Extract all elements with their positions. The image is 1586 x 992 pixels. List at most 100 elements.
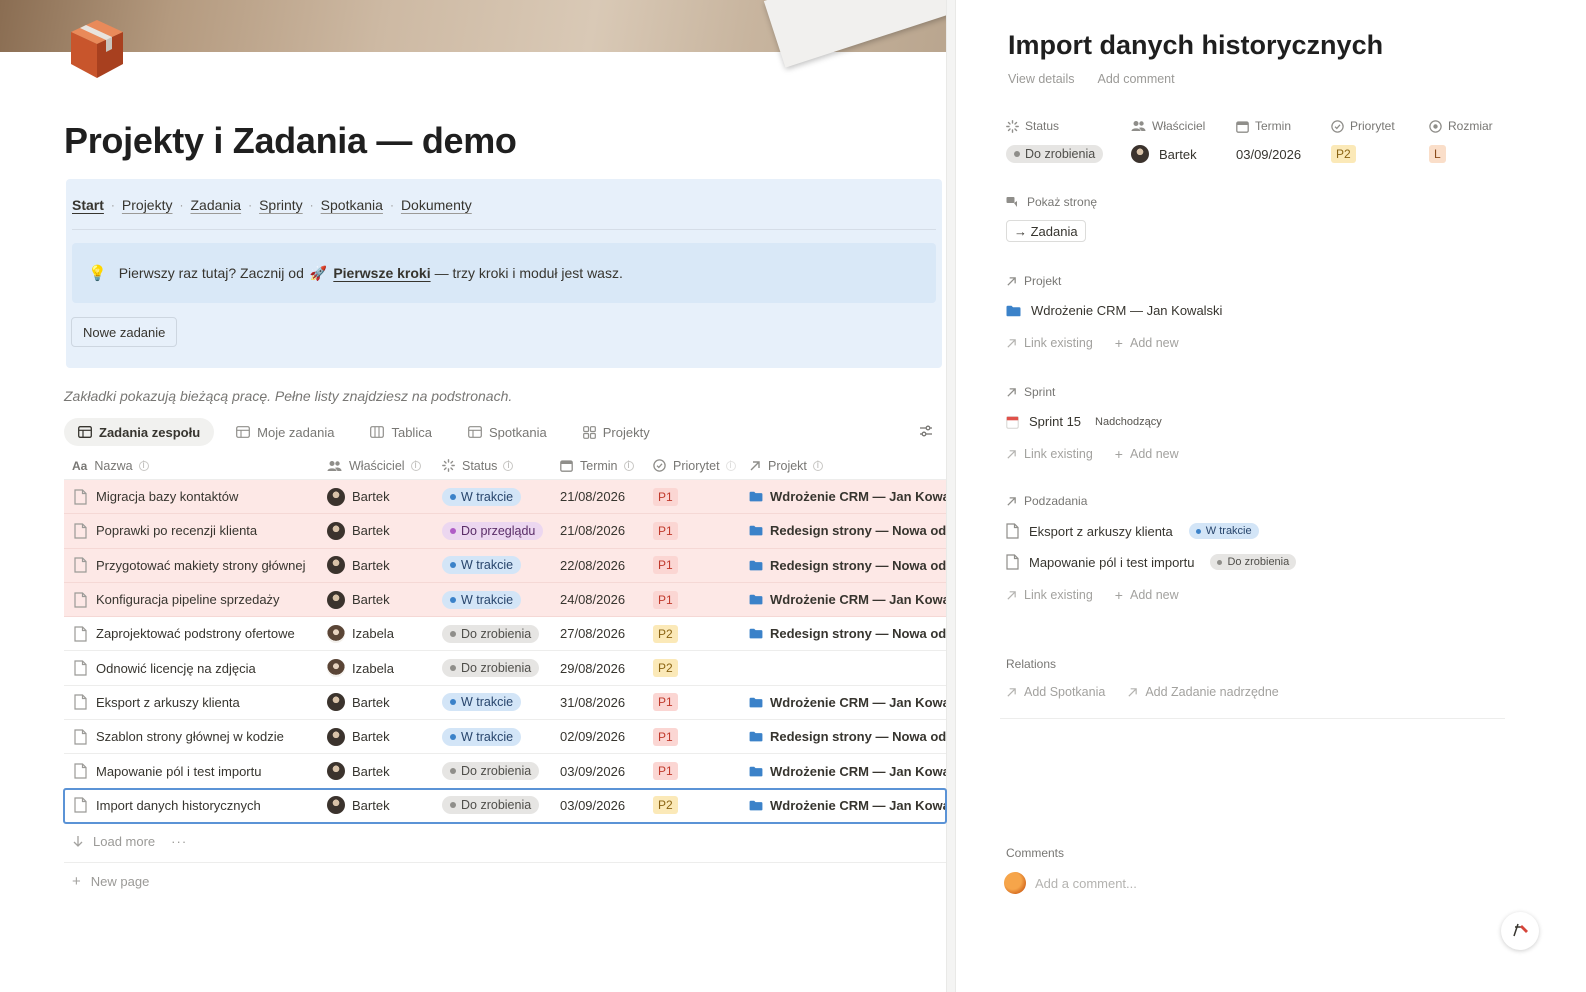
cell-priority[interactable]: P1 (645, 686, 741, 719)
cell-owner[interactable]: Izabela (319, 617, 434, 650)
cell-project[interactable]: Wdrożenie CRM — Jan Kowalski (741, 480, 946, 513)
column-header-name[interactable]: Aa Nazwa i (64, 452, 319, 480)
more-options-icon[interactable]: ··· (171, 834, 187, 849)
cell-status[interactable]: W trakcie (434, 686, 552, 719)
cell-name[interactable]: Konfiguracja pipeline sprzedaży (64, 583, 319, 616)
cell-due[interactable]: 21/08/2026 (552, 514, 645, 547)
table-row[interactable]: Przygotować makiety strony głównej Barte… (64, 548, 946, 583)
table-row[interactable]: Migracja bazy kontaktów Bartek W trakcie… (64, 480, 946, 515)
cell-project[interactable]: Wdrożenie CRM — Jan Kowalski (741, 583, 946, 616)
cell-project[interactable] (741, 651, 946, 684)
table-row[interactable]: Odnowić licencję na zdjęcia Izabela Do z… (64, 651, 946, 686)
status-pill[interactable]: Do zrobienia (1006, 145, 1104, 163)
cell-status[interactable]: W trakcie (434, 480, 552, 513)
peek-title[interactable]: Import danych historycznych (1008, 30, 1383, 61)
settings-sliders-icon[interactable] (918, 423, 934, 444)
cell-name[interactable]: Mapowanie pól i test importu (64, 754, 319, 787)
cell-owner[interactable]: Bartek (319, 686, 434, 719)
cell-project[interactable]: Redesign strony — Nowa odsłona (741, 720, 946, 753)
view-details-link[interactable]: View details (1008, 72, 1074, 86)
project-relation-item[interactable]: Wdrożenie CRM — Jan Kowalski (1006, 303, 1222, 318)
nav-link-spotkania[interactable]: Spotkania (321, 197, 383, 213)
cell-status[interactable]: W trakcie (434, 549, 552, 582)
cell-due[interactable]: 24/08/2026 (552, 583, 645, 616)
cell-priority[interactable]: P1 (645, 514, 741, 547)
cell-priority[interactable]: P1 (645, 480, 741, 513)
column-header-due[interactable]: Termin i (552, 452, 645, 480)
link-existing-button[interactable]: Link existing (1006, 447, 1093, 461)
cell-owner[interactable]: Bartek (319, 720, 434, 753)
cell-project[interactable]: Redesign strony — Nowa odsłona (741, 549, 946, 582)
cell-name[interactable]: Migracja bazy kontaktów (64, 480, 319, 513)
column-header-owner[interactable]: Właściciel i (319, 452, 434, 480)
cell-project[interactable]: Redesign strony — Nowa odsłona (741, 514, 946, 547)
cell-name[interactable]: Poprawki po recenzji klienta (64, 514, 319, 547)
add-new-button[interactable]: + Add new (1115, 587, 1179, 603)
add-comment-link[interactable]: Add comment (1097, 72, 1174, 86)
tip-link[interactable]: Pierwsze kroki (333, 265, 430, 281)
tab-team-tasks[interactable]: Zadania zespołu (64, 418, 215, 446)
cell-project[interactable]: Wdrożenie CRM — Jan Kowalski (741, 686, 946, 719)
table-row[interactable]: Eksport z arkuszy klienta Bartek W trakc… (64, 686, 946, 721)
property-size[interactable]: Rozmiar L (1429, 117, 1509, 164)
cell-status[interactable]: W trakcie (434, 720, 552, 753)
cell-name[interactable]: Szablon strony głównej w kodzie (64, 720, 319, 753)
cell-owner[interactable]: Bartek (319, 583, 434, 616)
table-row[interactable]: Szablon strony głównej w kodzie Bartek W… (64, 720, 946, 755)
cell-due[interactable]: 21/08/2026 (552, 480, 645, 513)
help-button[interactable] (1501, 912, 1539, 950)
new-page-button[interactable]: + New page (72, 873, 149, 890)
cell-owner[interactable]: Bartek (319, 754, 434, 787)
column-header-priority[interactable]: Priorytet i (645, 452, 741, 480)
tab-my-tasks[interactable]: Moje zadania (222, 418, 348, 446)
sprint-relation-item[interactable]: Sprint 15 Nadchodzący (1006, 414, 1162, 429)
link-existing-button[interactable]: Link existing (1006, 588, 1093, 602)
tab-meetings[interactable]: Spotkania (454, 418, 561, 446)
cover-image[interactable] (0, 0, 955, 68)
cell-owner[interactable]: Bartek (319, 514, 434, 547)
add-meetings-button[interactable]: Add Spotkania (1006, 685, 1105, 699)
add-parent-task-button[interactable]: Add Zadanie nadrzędne (1127, 685, 1279, 699)
cell-name[interactable]: Eksport z arkuszy klienta (64, 686, 319, 719)
property-due[interactable]: Termin 03/09/2026 (1236, 117, 1331, 164)
cell-name[interactable]: Odnowić licencję na zdjęcia (64, 651, 319, 684)
cell-priority[interactable]: P1 (645, 754, 741, 787)
cell-status[interactable]: Do zrobienia (434, 651, 552, 684)
nav-link-sprinty[interactable]: Sprinty (259, 197, 303, 213)
cell-due[interactable]: 22/08/2026 (552, 549, 645, 582)
column-header-project[interactable]: Projekt i (741, 452, 946, 480)
cell-owner[interactable]: Bartek (319, 480, 434, 513)
size-tag[interactable]: L (1429, 145, 1446, 163)
column-header-status[interactable]: Status i (434, 452, 552, 480)
nav-link-zadania[interactable]: Zadania (190, 197, 241, 213)
cell-status[interactable]: Do zrobienia (434, 617, 552, 650)
tab-board[interactable]: Tablica (356, 418, 445, 446)
load-more-button[interactable]: Load more ··· (72, 834, 187, 849)
cell-due[interactable]: 31/08/2026 (552, 686, 645, 719)
comment-input-row[interactable]: Add a comment... (1004, 872, 1137, 894)
comment-input[interactable]: Add a comment... (1035, 876, 1137, 891)
cell-status[interactable]: Do zrobienia (434, 789, 552, 822)
cell-status[interactable]: Do zrobienia (434, 754, 552, 787)
cell-project[interactable]: Wdrożenie CRM — Jan Kowalski (741, 789, 946, 822)
cell-owner[interactable]: Bartek (319, 549, 434, 582)
add-new-button[interactable]: + Add new (1115, 446, 1179, 462)
subtask-item[interactable]: Mapowanie pól i test importu Do zrobieni… (1006, 554, 1297, 570)
priority-tag[interactable]: P2 (1331, 145, 1356, 163)
table-row[interactable]: Mapowanie pól i test importu Bartek Do z… (64, 754, 946, 789)
cell-name[interactable]: Import danych historycznych (64, 789, 319, 822)
cell-priority[interactable]: P1 (645, 720, 741, 753)
property-owner[interactable]: Właściciel Bartek (1131, 117, 1236, 164)
scrollbar[interactable] (946, 0, 955, 992)
cell-priority[interactable]: P2 (645, 789, 741, 822)
show-page-button[interactable]: → Zadania (1006, 220, 1086, 242)
cell-name[interactable]: Przygotować makiety strony głównej (64, 549, 319, 582)
cell-due[interactable]: 03/09/2026 (552, 789, 645, 822)
cell-priority[interactable]: P2 (645, 651, 741, 684)
cell-due[interactable]: 29/08/2026 (552, 651, 645, 684)
table-row[interactable]: Import danych historycznych Bartek Do zr… (63, 787, 947, 824)
cell-name[interactable]: Zaprojektować podstrony ofertowe (64, 617, 319, 650)
cell-due[interactable]: 02/09/2026 (552, 720, 645, 753)
cell-project[interactable]: Wdrożenie CRM — Jan Kowalski (741, 754, 946, 787)
cell-due[interactable]: 03/09/2026 (552, 754, 645, 787)
